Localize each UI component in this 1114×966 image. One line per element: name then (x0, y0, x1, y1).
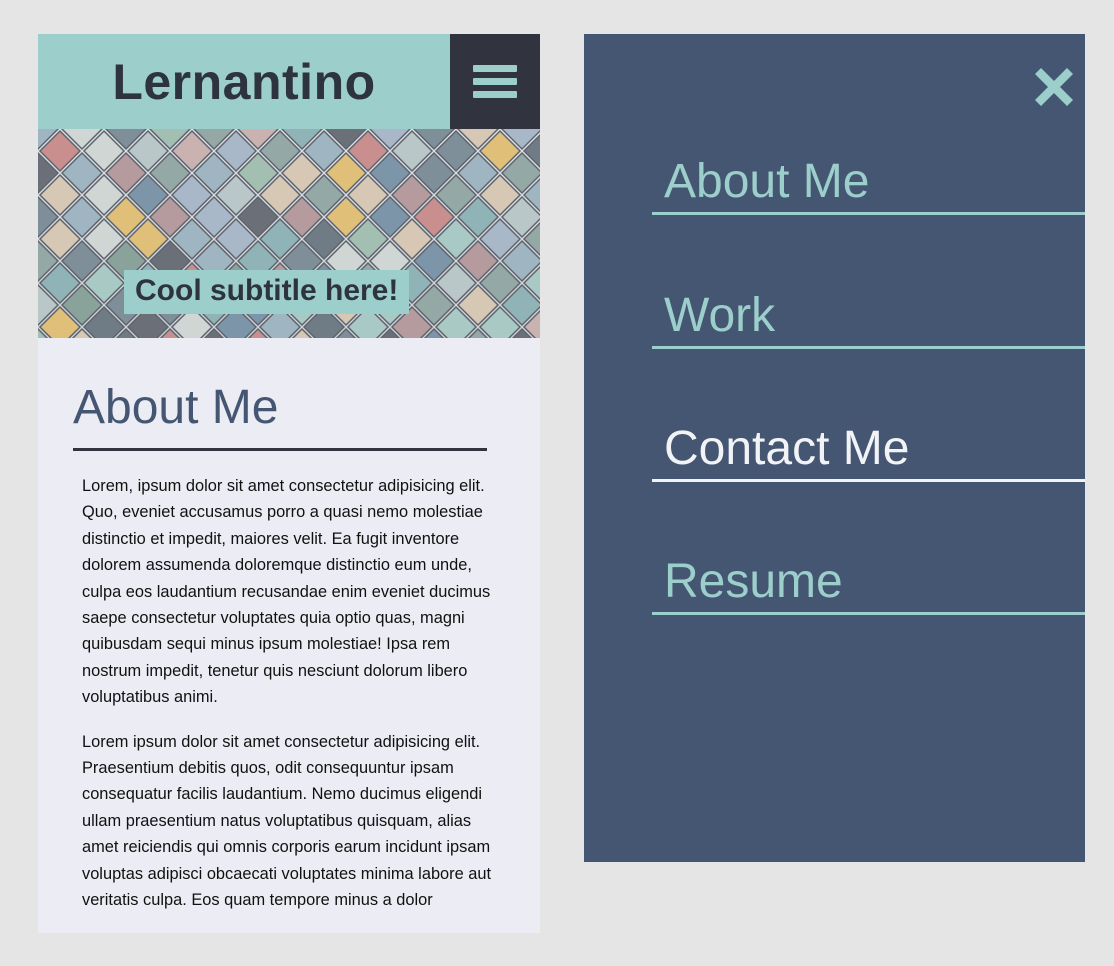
about-section: About Me Lorem, ipsum dolor sit amet con… (38, 338, 540, 914)
section-title: About Me (73, 380, 487, 451)
menu-button[interactable] (450, 34, 540, 129)
nav-item-label: Work (664, 289, 776, 342)
nav-item-label: About Me (664, 155, 870, 208)
mobile-page: Lernantino Cool subtitle here! About Me … (38, 34, 540, 933)
nav-item-label: Contact Me (664, 422, 910, 475)
close-x-icon (1035, 68, 1073, 106)
hamburger-menu-icon (473, 59, 517, 104)
brand-banner: Lernantino (38, 34, 450, 129)
nav-item-resume[interactable]: Resume (652, 556, 1085, 615)
about-paragraph: Lorem ipsum dolor sit amet consectetur a… (82, 732, 492, 910)
nav-item-contact-me[interactable]: Contact Me (652, 423, 1085, 482)
nav-item-about-me[interactable]: About Me (652, 156, 1085, 215)
close-button[interactable] (1033, 66, 1075, 108)
nav-item-label: Resume (664, 555, 843, 608)
hero-image: Cool subtitle here! (38, 129, 540, 338)
site-header: Lernantino (38, 34, 540, 129)
hero-subtitle: Cool subtitle here! (124, 270, 410, 314)
site-title[interactable]: Lernantino (112, 53, 375, 111)
nav-overlay: About Me Work Contact Me Resume (584, 34, 1085, 862)
nav-item-work[interactable]: Work (652, 290, 1085, 349)
about-paragraph: Lorem, ipsum dolor sit amet consectetur … (82, 477, 491, 707)
